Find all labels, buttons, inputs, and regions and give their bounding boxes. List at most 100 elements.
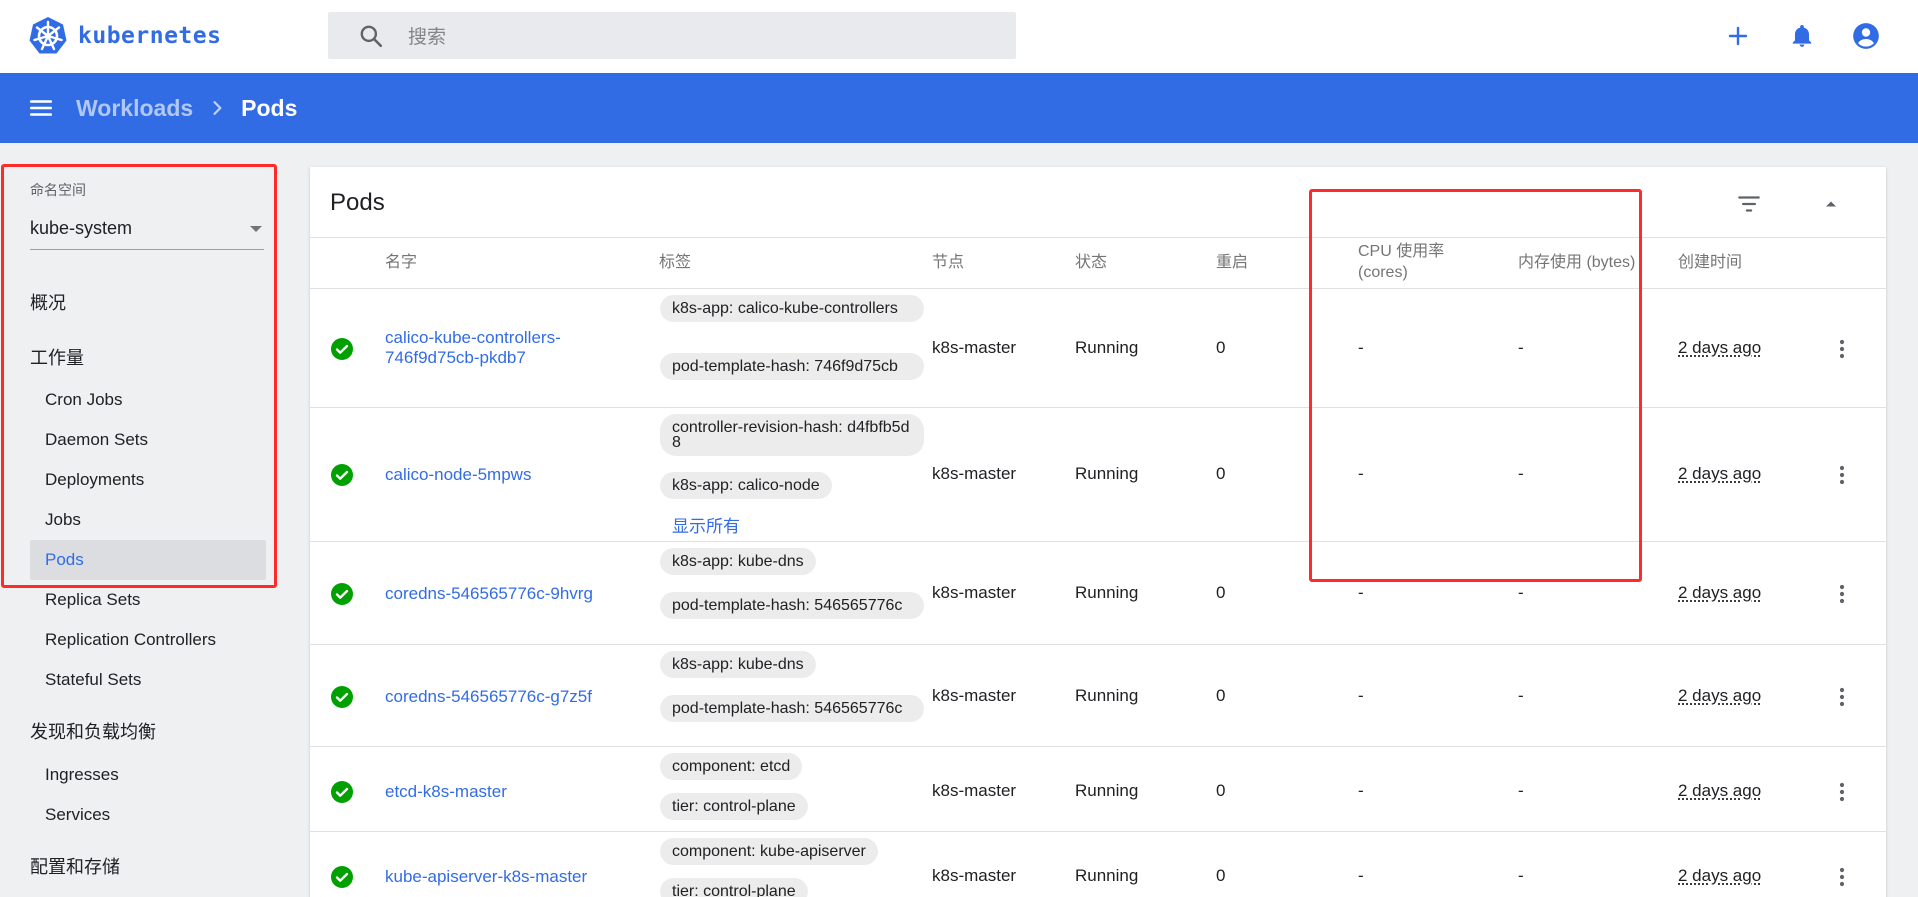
more-vert-icon[interactable] <box>1830 582 1854 606</box>
label-chip: pod-template-hash: 746f9d75cb <box>660 353 924 380</box>
restarts-cell: 0 <box>1216 583 1226 602</box>
search-input[interactable]: 搜索 <box>408 22 446 49</box>
sidebar-discovery[interactable]: 发现和负载均衡 <box>30 718 156 744</box>
restarts-cell: 0 <box>1216 781 1226 800</box>
caret-up-icon <box>1826 201 1836 207</box>
memory-cell: - <box>1518 781 1524 800</box>
memory-cell: - <box>1518 583 1524 602</box>
table-row: coredns-546565776c-9hvrg k8s-app: kube-d… <box>310 542 1886 645</box>
column-node[interactable]: 节点 <box>932 252 964 273</box>
pod-name-link[interactable]: calico-kube-controllers- 746f9d75cb-pkdb7 <box>385 328 561 368</box>
more-vert-icon[interactable] <box>1830 865 1854 889</box>
table-row: coredns-546565776c-g7z5f k8s-app: kube-d… <box>310 645 1886 747</box>
cpu-cell: - <box>1358 781 1364 800</box>
check-circle-icon <box>331 866 353 888</box>
breadcrumb: Workloads Pods <box>54 95 297 122</box>
sidebar-item-services[interactable]: Services <box>30 795 266 835</box>
label-chip: k8s-app: kube-dns <box>660 651 816 678</box>
pod-name-link[interactable]: etcd-k8s-master <box>385 782 507 802</box>
restarts-cell: 0 <box>1216 686 1226 705</box>
header-bar: Workloads Pods <box>0 73 1918 143</box>
label-chip: component: kube-apiserver <box>660 838 878 865</box>
sidebar-item-replication-controllers[interactable]: Replication Controllers <box>30 620 266 660</box>
node-cell[interactable]: k8s-master <box>932 686 1016 706</box>
sidebar-item-daemon-sets[interactable]: Daemon Sets <box>30 420 266 460</box>
sidebar-config[interactable]: 配置和存储 <box>30 853 120 879</box>
notifications-button[interactable] <box>1786 20 1818 52</box>
status-cell: Running <box>1075 583 1139 602</box>
search-icon <box>360 25 383 47</box>
check-circle-icon <box>331 338 353 360</box>
column-restarts[interactable]: 重启 <box>1216 252 1248 273</box>
memory-cell: - <box>1518 464 1524 483</box>
filter-icon <box>1738 196 1760 212</box>
namespace-select[interactable]: kube-system <box>30 218 264 250</box>
node-cell[interactable]: k8s-master <box>932 464 1016 484</box>
sidebar-item-jobs[interactable]: Jobs <box>30 500 266 540</box>
card-title: Pods <box>330 189 385 216</box>
search-bar[interactable]: 搜索 <box>328 12 1016 59</box>
more-vert-icon[interactable] <box>1830 337 1854 361</box>
create-button[interactable] <box>1722 20 1754 52</box>
created-cell: 2 days ago <box>1678 464 1762 483</box>
node-cell[interactable]: k8s-master <box>932 866 1016 886</box>
pods-card: Pods 名字 标签 节点 状态 重启 CPU 使用率 (cores) 内存使用… <box>310 167 1886 897</box>
column-name[interactable]: 名字 <box>385 252 417 273</box>
sidebar-item-pods[interactable]: Pods <box>30 540 266 580</box>
pod-name-link[interactable]: coredns-546565776c-9hvrg <box>385 584 593 604</box>
namespace-value: kube-system <box>30 218 133 238</box>
column-cpu-unit: (cores) <box>1358 264 1408 281</box>
table-row: etcd-k8s-master component: etcd tier: co… <box>310 747 1886 832</box>
status-cell: Running <box>1075 866 1139 885</box>
node-cell[interactable]: k8s-master <box>932 338 1016 358</box>
table-row: kube-apiserver-k8s-master component: kub… <box>310 832 1886 897</box>
card-tools <box>1734 189 1846 219</box>
more-vert-icon[interactable] <box>1830 685 1854 709</box>
collapse-button[interactable] <box>1816 189 1846 219</box>
account-circle-icon <box>1853 23 1879 49</box>
bell-icon <box>1792 25 1812 47</box>
sidebar-item-cron-jobs[interactable]: Cron Jobs <box>30 380 266 420</box>
created-cell: 2 days ago <box>1678 866 1762 885</box>
label-chip: pod-template-hash: 546565776c <box>660 592 924 619</box>
table-row: calico-kube-controllers- 746f9d75cb-pkdb7… <box>310 289 1886 408</box>
label-chip: controller-revision-hash: d4fbfb5d8 <box>660 414 924 456</box>
menu-icon[interactable] <box>28 95 54 121</box>
cpu-cell: - <box>1358 338 1364 357</box>
sidebar: 命名空间 kube-system 概况 工作量 Cron Jobs Daemon… <box>0 143 290 897</box>
label-chip: pod-template-hash: 546565776c <box>660 695 924 722</box>
sidebar-item-ingresses[interactable]: Ingresses <box>30 755 266 795</box>
pod-name-link[interactable]: calico-node-5mpws <box>385 465 531 485</box>
more-vert-icon[interactable] <box>1830 463 1854 487</box>
sidebar-workloads[interactable]: 工作量 <box>30 344 84 370</box>
show-all-labels-link[interactable]: 显示所有 <box>672 512 740 537</box>
created-cell: 2 days ago <box>1678 338 1762 357</box>
pod-name-link[interactable]: coredns-546565776c-g7z5f <box>385 687 592 707</box>
node-cell[interactable]: k8s-master <box>932 781 1016 801</box>
check-circle-icon <box>331 781 353 803</box>
cpu-cell: - <box>1358 583 1364 602</box>
breadcrumb-workloads[interactable]: Workloads <box>76 95 193 122</box>
filter-button[interactable] <box>1734 189 1764 219</box>
sidebar-item-deployments[interactable]: Deployments <box>30 460 266 500</box>
account-button[interactable] <box>1850 20 1882 52</box>
more-vert-icon[interactable] <box>1830 780 1854 804</box>
check-circle-icon <box>331 583 353 605</box>
column-status[interactable]: 状态 <box>1075 252 1107 273</box>
status-cell: Running <box>1075 686 1139 705</box>
pod-name-link[interactable]: kube-apiserver-k8s-master <box>385 867 587 887</box>
sidebar-overview[interactable]: 概况 <box>30 289 66 315</box>
node-cell[interactable]: k8s-master <box>932 583 1016 603</box>
restarts-cell: 0 <box>1216 866 1226 885</box>
sidebar-item-replica-sets[interactable]: Replica Sets <box>30 580 266 620</box>
kubernetes-logo[interactable]: kubernetes <box>28 16 221 56</box>
label-chip: tier: control-plane <box>660 793 808 820</box>
sidebar-item-stateful-sets[interactable]: Stateful Sets <box>30 660 266 700</box>
cpu-cell: - <box>1358 866 1364 885</box>
namespace-label: 命名空间 <box>30 182 86 198</box>
label-chip: tier: control-plane <box>660 878 808 897</box>
table-header: 名字 标签 节点 状态 重启 CPU 使用率 (cores) 内存使用 (byt… <box>310 237 1886 289</box>
column-created[interactable]: 创建时间 <box>1678 252 1742 273</box>
label-chip: k8s-app: calico-node <box>660 472 832 499</box>
status-cell: Running <box>1075 338 1139 357</box>
